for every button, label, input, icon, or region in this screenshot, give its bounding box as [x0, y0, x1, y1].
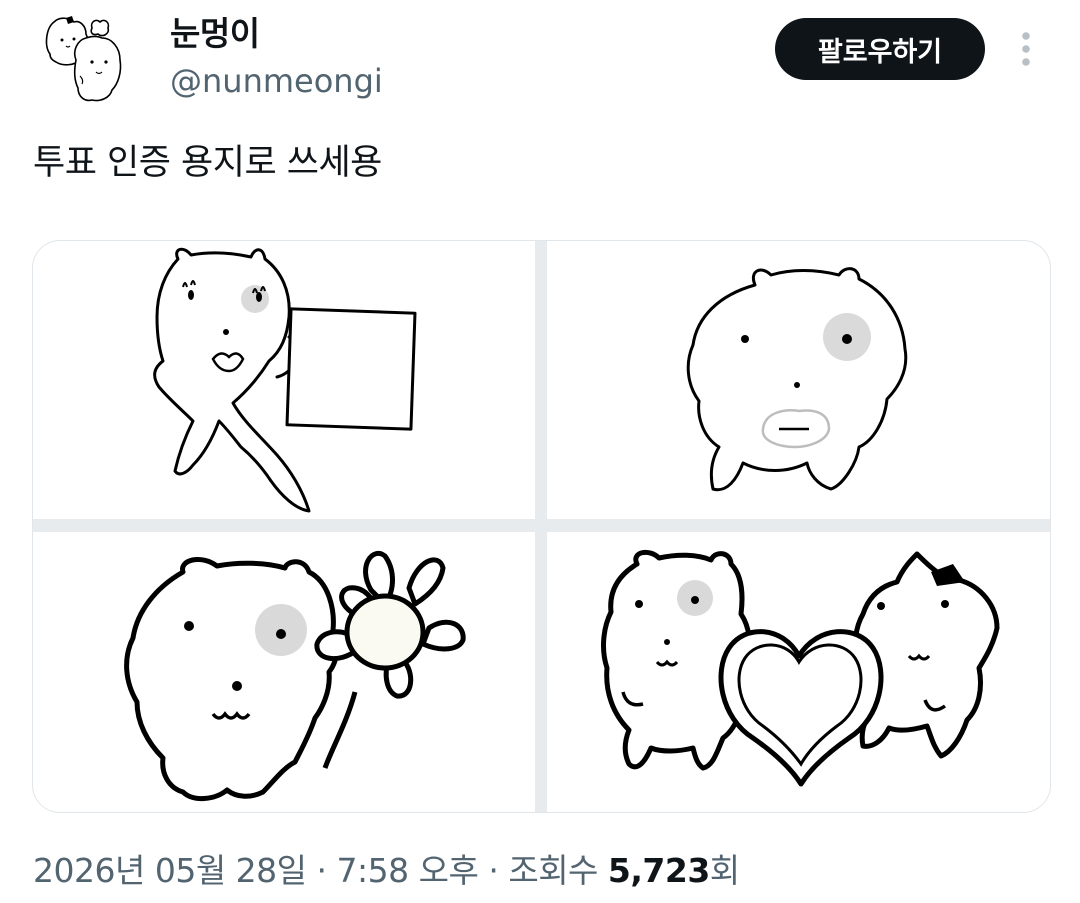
user-handle[interactable]: @nunmeongi [170, 60, 383, 102]
media-image-3[interactable] [33, 532, 535, 812]
character-with-flower-image [124, 550, 466, 801]
media-image-1[interactable] [33, 241, 535, 519]
media-image-4[interactable] [547, 532, 1050, 812]
follow-button-label: 팔로우하기 [817, 36, 943, 68]
meta-separator: · [478, 851, 509, 890]
more-options-button[interactable] [1006, 30, 1046, 70]
media-image-2[interactable] [547, 241, 1050, 519]
two-characters-heart-image [601, 549, 1000, 787]
follow-button[interactable]: 팔로우하기 [775, 18, 985, 80]
character-holding-blank-sign-image [153, 247, 417, 513]
display-name[interactable]: 눈멍이 [170, 14, 260, 54]
tweet-date[interactable]: 2026년 05월 28일 [33, 851, 307, 890]
tweet-meta: 2026년 05월 28일 · 7:58 오후 · 조회수 5,723회 [33, 848, 740, 894]
views-count: 5,723 [607, 851, 710, 890]
media-grid [32, 240, 1051, 813]
meta-separator: · [306, 851, 337, 890]
avatar-image [45, 16, 122, 102]
tweet-time[interactable]: 7:58 오후 [337, 851, 479, 890]
views-suffix: 회 [709, 851, 740, 890]
views-label: 조회수 [508, 851, 608, 890]
tweet-text: 투표 인증 용지로 쓰세용 [33, 143, 382, 183]
character-face-closeup-image [686, 267, 908, 492]
avatar[interactable] [40, 14, 128, 106]
more-vertical-icon [1022, 32, 1030, 66]
